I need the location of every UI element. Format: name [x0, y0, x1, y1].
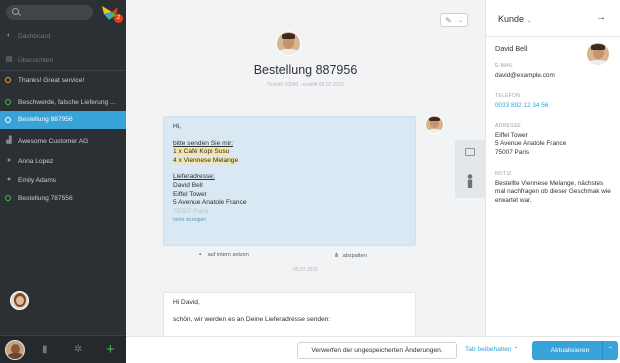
article-text: 5 Avenue Anatole France	[173, 199, 247, 207]
ticket-meta: Ticket# 10000 - erstellt 05.07.2016	[267, 82, 344, 88]
note-label: NOTIZ	[495, 171, 512, 177]
address-label: ADRESSE	[495, 123, 521, 129]
customer-name[interactable]: David Bell	[495, 44, 527, 53]
sidebar-item-label: Dashboard	[18, 33, 51, 40]
article-text: schön, wir werden es an Deine Lieferadre…	[173, 315, 331, 323]
overviews-icon: ▤	[5, 56, 13, 63]
email-value[interactable]: david@example.com	[495, 72, 613, 80]
sidebar-item-dashboard[interactable]: ◐ Dashboard	[0, 28, 126, 45]
status-dot-icon	[5, 99, 11, 105]
agent-avatar[interactable]	[10, 291, 29, 310]
customer-avatar[interactable]	[425, 115, 444, 134]
set-internal-action[interactable]: ▪ auf intern setzen	[199, 252, 249, 258]
address-line: 75007 Paris	[495, 148, 530, 156]
action-label: auf intern setzen	[207, 252, 249, 258]
lock-icon: ▪	[199, 252, 202, 258]
organization-icon: ▟	[6, 137, 12, 144]
split-action[interactable]: ⋔ abspalten	[334, 252, 367, 259]
person-icon: ●	[6, 157, 12, 164]
sidebar-tab-ticket[interactable]: Thanks! Great service!	[0, 72, 126, 89]
settings-icon[interactable]: ✲	[74, 345, 82, 355]
split-icon: ⋔	[334, 253, 340, 259]
user-avatar[interactable]	[5, 340, 25, 360]
sidebar-tab-ticket-active[interactable]: Bestellung 887956	[0, 111, 126, 129]
address-value[interactable]: Eiffel Tower 5 Avenue Anatole France 750…	[495, 132, 613, 157]
sidebar-tab-organization[interactable]: ▟ Awesome Customer AG	[0, 133, 126, 150]
sidebar-item-label: Emily Adams	[18, 177, 57, 184]
highlighted-text: 4 x Viennese Melange	[173, 156, 239, 164]
person-icon: ●	[6, 176, 12, 183]
article-text: Hi David,	[173, 299, 200, 306]
discard-changes-button[interactable]: Verwerfen der ungespeicherten Änderungen…	[297, 342, 457, 359]
email-label: E-MAIL	[495, 63, 514, 69]
sidebar-item-overviews[interactable]: ▤ Übersichten	[0, 52, 126, 69]
sidebar-tab-ticket[interactable]: Beschwerde, falsche Lieferung ...	[0, 94, 126, 111]
sidebar-item-label: Übersichten	[18, 57, 54, 64]
article-text: Eiffel Tower	[173, 190, 207, 198]
article-text: Hi,	[173, 123, 182, 130]
person-icon[interactable]	[467, 174, 473, 188]
action-label: abspalten	[342, 253, 367, 259]
article-text: bitte senden Sie mir:	[173, 139, 234, 147]
ticket-footer: Verwerfen der ungespeicherten Änderungen…	[126, 336, 620, 363]
customer-avatar[interactable]	[586, 42, 610, 66]
chevron-down-icon: ⌄	[526, 18, 532, 24]
keep-tab-label: Tab beibehalten	[465, 346, 512, 353]
ticket-title[interactable]: Bestellung 887956	[126, 63, 485, 77]
phone-label: TELEFON	[495, 93, 521, 99]
sidebar-item-label: Thanks! Great service!	[18, 77, 85, 84]
customer-sidebar: Kunde ⌄ → David Bell E-MAIL david@exampl…	[485, 0, 620, 363]
dashboard-icon: ◐	[6, 32, 12, 39]
update-label: Aktualisieren	[550, 347, 590, 354]
status-dot-icon	[5, 77, 11, 83]
sidebar-item-label: Anna Lopez	[18, 158, 54, 165]
chevron-down-icon: ⌄	[458, 18, 464, 24]
article-text: Lieferadresse:	[173, 173, 215, 181]
address-line: 5 Avenue Anatole France	[495, 140, 567, 148]
panel-title-label: Kunde	[498, 14, 525, 24]
pencil-icon: ✎	[445, 16, 452, 25]
address-line: Eiffel Tower	[495, 132, 528, 139]
sidebar-item-label: Awesome Customer AG	[18, 138, 89, 145]
customer-panel-title[interactable]: Kunde ⌄	[498, 14, 532, 24]
sidebar-item-label: Beschwerde, falsche Lieferung ...	[18, 99, 116, 106]
notification-badge: 2	[114, 14, 123, 23]
sidebar-tab-user[interactable]: ● Anna Lopez	[0, 153, 126, 170]
article-text: David Bell	[173, 181, 203, 189]
note-value[interactable]: Bestellte Viennese Melange, nächstes mal…	[495, 180, 613, 205]
sidebar-tab-ticket[interactable]: Bestellung 787556	[0, 190, 126, 207]
arrow-right-icon[interactable]: →	[596, 12, 606, 23]
status-dot-icon	[5, 117, 11, 123]
article-customer: Hi, bitte senden Sie mir: 1 x Café Kopi …	[163, 116, 416, 246]
search-icon	[12, 8, 19, 15]
update-button[interactable]: Aktualisieren ⌃	[532, 341, 618, 360]
plus-icon[interactable]: +	[106, 342, 115, 357]
logo[interactable]: 2	[100, 4, 123, 23]
sidebar-divider	[0, 70, 126, 71]
sidebar-tab-user[interactable]: ● Emily Adams	[0, 172, 126, 189]
sidebar-bottom-bar: ▮ ✲ +	[0, 335, 126, 363]
highlighted-text: 1 x Café Kopi Susu	[173, 148, 230, 156]
ticket-zoom: ✎ ⌄ Bestellung 887956 Ticket# 10000 - er…	[126, 0, 485, 363]
stats-icon[interactable]: ▮	[42, 345, 48, 355]
customer-avatar[interactable]	[276, 31, 301, 56]
ticket-actions-dropdown[interactable]: ✎ ⌄	[440, 13, 468, 27]
status-dot-icon	[5, 195, 11, 201]
keep-tab-dropdown[interactable]: Tab beibehalten ⌃	[465, 343, 518, 357]
comment-icon[interactable]	[465, 148, 475, 156]
sidebar-item-label: Bestellung 887956	[18, 116, 73, 123]
sidebar-item-label: Bestellung 787556	[18, 195, 73, 202]
date-separator: 05.07.2016	[292, 267, 319, 273]
search-input[interactable]	[6, 5, 93, 20]
article-type-switcher	[455, 140, 485, 198]
chevron-up-icon: ⌃	[513, 347, 519, 353]
article-text: 75007 Paris	[173, 207, 209, 215]
chevron-up-icon[interactable]: ⌃	[602, 341, 618, 360]
customer-sidebar-header: Kunde ⌄ →	[486, 0, 620, 37]
phone-value[interactable]: 0033 892 12 34 56	[495, 102, 613, 110]
show-more-link[interactable]: mehr anzeigen	[173, 216, 406, 225]
